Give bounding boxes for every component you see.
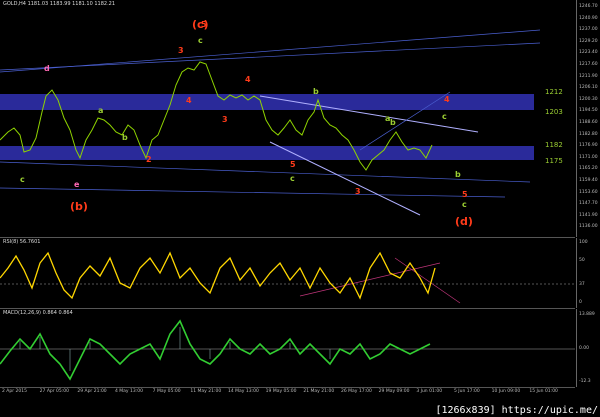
macd-svg: [0, 319, 575, 381]
trendline-lower: [0, 161, 531, 183]
wave-label-3c: 3: [355, 187, 361, 196]
macd-tick: 0.00: [579, 346, 590, 351]
wave-label-5c: 5: [290, 160, 296, 169]
price-tick: 1211.90: [579, 73, 598, 79]
price-tick: 1136.00: [579, 224, 598, 230]
zone-label-1212: 1212: [545, 88, 563, 96]
price-tick: 1206.10: [579, 85, 598, 91]
macd-tick: 13.889: [579, 312, 595, 317]
price-tick: 1141.90: [579, 212, 598, 218]
rsi-axis[interactable]: 100 50 37 0: [576, 238, 600, 308]
price-tick: 1165.20: [579, 166, 598, 172]
price-chart-pane[interactable]: GOLD,H4 1181.03 1183.99 1181.10 1182.21 …: [0, 0, 575, 238]
time-tick: 19 May 05:00: [265, 389, 297, 394]
wave-label-5: 5: [201, 20, 207, 29]
price-tick: 1182.80: [579, 131, 598, 137]
wave-label-b-major: (b): [70, 200, 88, 213]
price-tick: 1200.30: [579, 96, 598, 102]
wave-label-b2: b: [455, 170, 461, 179]
wave-label-3b: 3: [222, 115, 228, 124]
zone-label-1182: 1182: [545, 141, 563, 149]
trendline-lower2: [0, 187, 506, 198]
macd-title: MACD(12,26,9) 0.864 0.864: [3, 310, 73, 316]
wave-label-d-major: (d): [455, 215, 473, 228]
time-tick: 10 Jun 09:00: [491, 389, 521, 394]
wave-label-a1: a: [98, 106, 104, 115]
rsi-tick: 100: [579, 240, 588, 245]
wave-label-c4: c: [442, 112, 447, 121]
wave-label-b1: b: [313, 87, 319, 96]
price-tick: 1223.40: [579, 50, 598, 56]
time-tick: 14 May 13:00: [228, 389, 259, 394]
price-tick: 1171.00: [579, 154, 598, 160]
price-tick: 1246.70: [579, 4, 598, 9]
wave-label-c5: c: [290, 174, 295, 183]
rsi-svg: [0, 251, 575, 304]
wave-label-d: d: [44, 64, 50, 73]
price-tick: 1153.60: [579, 189, 598, 195]
trendline-upper2: [0, 42, 541, 71]
time-tick: 29 May 09:00: [378, 389, 410, 394]
price-tick: 1188.60: [579, 120, 598, 125]
rsi-tick: 0: [579, 300, 582, 305]
rsi-series: [0, 251, 436, 300]
zone-1212-1203: [0, 94, 534, 110]
time-tick: 27 Apr 05:00: [39, 389, 69, 394]
price-axis[interactable]: 1246.70 1240.90 1237.00 1229.20 1223.40 1217.…: [576, 0, 600, 237]
wave-label-4b: 4: [444, 95, 450, 104]
time-tick: 7 May 05:00: [152, 389, 181, 394]
time-tick: 26 May 17:00: [341, 389, 372, 394]
wave-label-4c: 4: [186, 96, 192, 105]
macd-series: [0, 319, 431, 381]
time-tick: 2 Apr 2015: [2, 389, 27, 394]
wave-label-3: 3: [178, 46, 184, 55]
time-tick: 29 Apr 21:00: [77, 389, 107, 394]
time-tick: 11 May 21:00: [190, 389, 222, 394]
price-tick: 1159.40: [579, 178, 598, 183]
watermark: [1266x839] https://upic.me/: [435, 405, 598, 416]
wave-label-b4: b: [390, 118, 396, 127]
wave-label-c1: c: [198, 36, 203, 45]
time-tick: 15 Jun 01:00: [529, 389, 558, 394]
price-tick: 1176.90: [579, 143, 598, 149]
time-tick: 21 May 21:00: [303, 389, 335, 394]
wave-label-c3: c: [462, 200, 467, 209]
price-tick: 1237.00: [579, 27, 598, 33]
time-tick: 5 Jun 17:00: [454, 389, 480, 394]
main-chart-title: GOLD,H4 1181.03 1183.99 1181.10 1182.21: [3, 1, 116, 7]
wave-label-2: 2: [146, 155, 152, 164]
wave-label-4: 4: [245, 75, 251, 84]
price-tick: 1229.20: [579, 38, 598, 44]
rsi-title: RSI(8) 56.7601: [3, 239, 41, 245]
price-tick: 1217.60: [579, 62, 598, 67]
time-tick: 3 Jun 01:00: [416, 389, 443, 394]
rsi-tick: 50: [579, 258, 585, 263]
rsi-pane[interactable]: RSI(8) 56.7601: [0, 238, 575, 309]
price-tick: 1240.90: [579, 15, 598, 21]
macd-axis[interactable]: 13.889 0.00 -12.3: [576, 309, 600, 387]
wave-label-5b: 5: [462, 190, 468, 199]
price-tick: 1147.70: [579, 201, 598, 207]
time-axis[interactable]: 2 Apr 2015 27 Apr 05:00 29 Apr 21:00 4 May …: [0, 387, 576, 397]
zone-label-1175: 1175: [545, 157, 563, 165]
macd-tick: -12.3: [579, 379, 591, 384]
time-tick: 4 May 13:00: [115, 389, 143, 394]
zone-label-1203: 1203: [545, 108, 563, 116]
rsi-tick: 37: [579, 282, 585, 287]
wave-label-e: e: [74, 180, 80, 189]
wave-label-c2: c: [20, 175, 25, 184]
price-tick: 1194.50: [579, 108, 598, 114]
wave-label-b3: b: [122, 133, 128, 142]
macd-pane[interactable]: MACD(12,26,9) 0.864 0.864: [0, 309, 575, 388]
